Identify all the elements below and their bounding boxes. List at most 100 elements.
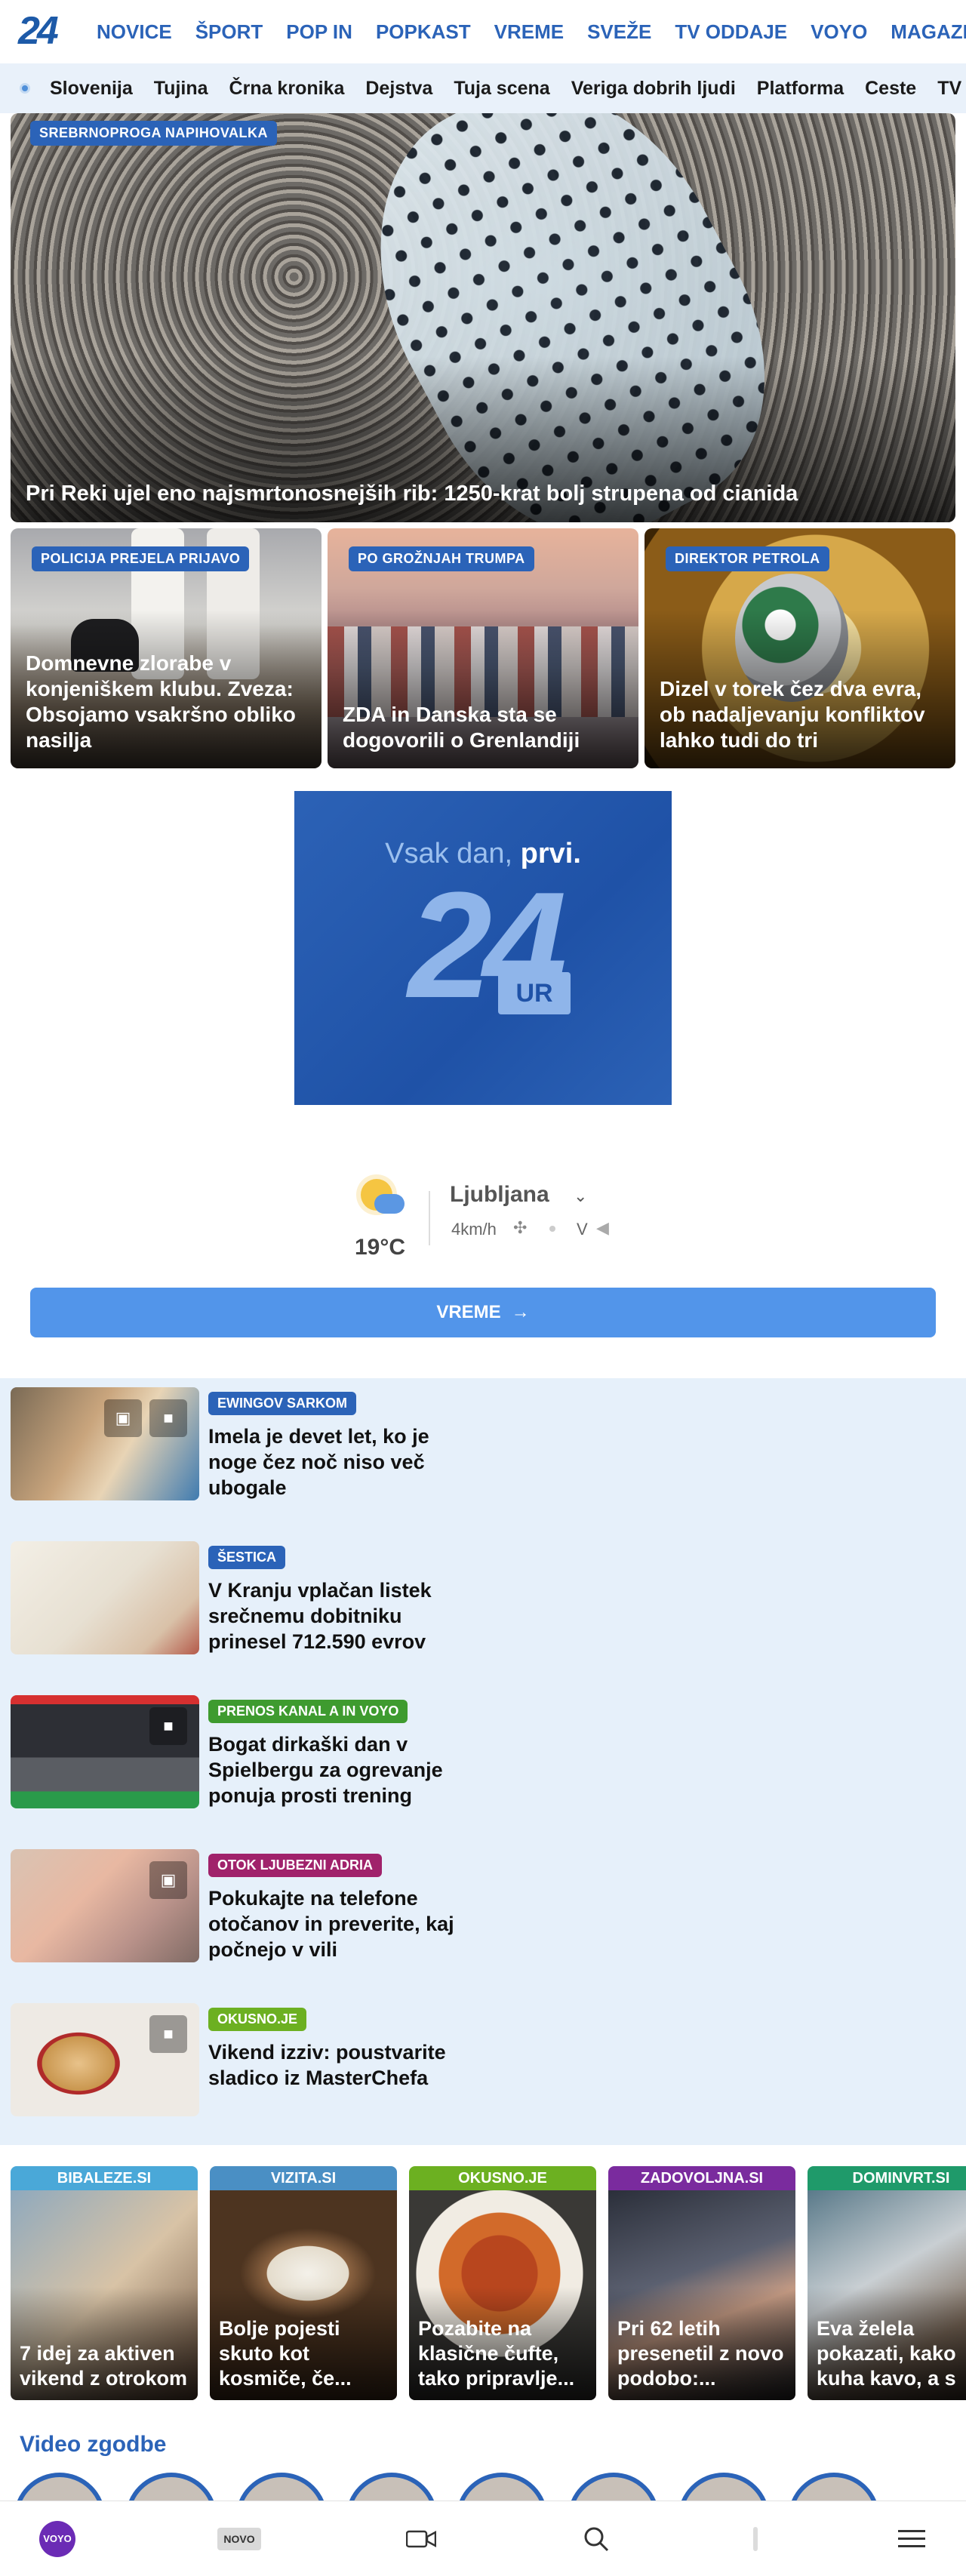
weather-widget: 19°C Ljubljana ⌄ 4km/h ✣ V ◀ VREME → — [0, 1132, 966, 1359]
nav-item-sport[interactable]: ŠPORT — [195, 20, 263, 44]
nav-item-sveze[interactable]: SVEŽE — [587, 20, 651, 44]
card-badge: DIREKTOR PETROLA — [666, 546, 829, 571]
list-title: Pokukajte na telefone otočanov in prever… — [208, 1887, 454, 1961]
ad-suffix: UR — [498, 972, 571, 1014]
thumbnail: ■ — [11, 2003, 199, 2116]
subnav-item-veriga-dobrih-ljudi[interactable]: Veriga dobrih ljudi — [571, 78, 736, 100]
card-title: ZDA in Danska sta se dogovorili o Grenla… — [343, 703, 580, 752]
partner-source: VIZITA.SI — [210, 2166, 397, 2190]
card-title: Dizel v torek čez dva evra, ob nadaljeva… — [660, 677, 925, 752]
subnav-item-ceste[interactable]: Ceste — [865, 78, 916, 100]
card-title: Domnevne zlorabe v konjeniškem klubu. Zv… — [26, 651, 296, 752]
partner-title: Pri 62 letih presenetil z novo podobo:..… — [617, 2317, 784, 2390]
partner-carousel: BIBALEZE.SI 7 idej za aktiven vikend z o… — [0, 2166, 966, 2400]
wind-direction: V — [577, 1220, 588, 1239]
weather-button[interactable]: VREME → — [30, 1288, 936, 1337]
hero-article[interactable]: SREBRNOPROGA NAPIHOVALKA Pri Reki ujel e… — [11, 113, 955, 522]
gallery-icon: ▣ — [149, 1861, 187, 1899]
list-item[interactable]: ŠESTICA V Kranju vplačan listek srečnemu… — [11, 1541, 916, 1654]
live-dot-icon — [20, 83, 30, 94]
video-camera-icon[interactable] — [405, 2530, 437, 2548]
partner-card[interactable]: ZADOVOLJNA.SI Pri 62 letih presenetil z … — [608, 2166, 795, 2400]
list-item[interactable]: ▣ ■ EWINGOV SARKOM Imela je devet let, k… — [11, 1387, 916, 1500]
nav-item-popkast[interactable]: POPKAST — [376, 20, 471, 44]
partner-card[interactable]: BIBALEZE.SI 7 idej za aktiven vikend z o… — [11, 2166, 198, 2400]
partner-source: BIBALEZE.SI — [11, 2166, 198, 2190]
list-item[interactable]: ▣ OTOK LJUBEZNI ADRIA Pokukajte na telef… — [11, 1849, 916, 1962]
divider-icon — [753, 2527, 758, 2551]
list-badge: EWINGOV SARKOM — [208, 1392, 357, 1415]
partner-card[interactable]: DOMINVRT.SI Eva želela pokazati, kako ku… — [808, 2166, 966, 2400]
nav-item-voyo[interactable]: VOYO — [811, 20, 867, 44]
nav-item-novice[interactable]: NOVICE — [97, 20, 172, 44]
partner-source: DOMINVRT.SI — [808, 2166, 966, 2190]
partner-title: Eva želela pokazati, kako kuha kavo, a s — [817, 2317, 956, 2390]
nav-item-pop-in[interactable]: POP IN — [286, 20, 352, 44]
list-title: V Kranju vplačan listek srečnemu dobitni… — [208, 1579, 432, 1653]
list-badge: OKUSNO.JE — [208, 2008, 307, 2031]
feature-card-3[interactable]: DIREKTOR PETROLA Dizel v torek čez dva e… — [645, 528, 955, 768]
logo-text: 24 — [18, 9, 59, 53]
gallery-icon: ▣ — [104, 1399, 142, 1437]
arrow-right-icon: → — [511, 1302, 530, 1322]
subnav-item-dejstva[interactable]: Dejstva — [365, 78, 432, 100]
hero-badge: SREBRNOPROGA NAPIHOVALKA — [30, 121, 278, 146]
logo[interactable]: 24 — [18, 9, 69, 53]
subnav-item-crna-kronika[interactable]: Črna kronika — [229, 78, 345, 100]
top-navigation: 24 NOVICE ŠPORT POP IN POPKAST VREME SVE… — [0, 0, 966, 63]
thumbnail: ■ — [11, 1695, 199, 1808]
subnav-item-slovenija[interactable]: Slovenija — [50, 78, 133, 100]
video-icon: ■ — [149, 1399, 187, 1437]
city-selector[interactable]: Ljubljana — [450, 1182, 549, 1208]
card-badge: PO GROŽNJAH TRUMPA — [349, 546, 534, 571]
cloud-icon — [374, 1194, 405, 1214]
voyo-icon[interactable]: VOYO — [39, 2521, 75, 2557]
partner-title: 7 idej za aktiven vikend z otrokom — [20, 2342, 188, 2390]
video-icon: ■ — [149, 2015, 187, 2053]
ad-number: 24 — [408, 861, 567, 1029]
menu-icon[interactable] — [898, 2528, 925, 2550]
partner-source: OKUSNO.JE — [409, 2166, 596, 2190]
main-menu: NOVICE ŠPORT POP IN POPKAST VREME SVEŽE … — [97, 0, 966, 63]
wind-speed: 4km/h — [451, 1220, 497, 1239]
subnav-item-tv-spored[interactable]: TV spor — [937, 78, 966, 100]
partner-title: Pozabite na klasične čufte, tako priprav… — [418, 2317, 575, 2390]
temperature: 19°C — [355, 1235, 406, 1260]
subnav-item-tuja-scena[interactable]: Tuja scena — [454, 78, 549, 100]
list-title: Imela je devet let, ko je noge čez noč n… — [208, 1425, 429, 1499]
list-item[interactable]: ■ OKUSNO.JE Vikend izziv: poustvarite sl… — [11, 2003, 916, 2116]
chevron-down-icon[interactable]: ⌄ — [574, 1186, 587, 1206]
weather-button-label: VREME — [436, 1302, 501, 1322]
search-icon[interactable] — [583, 2525, 610, 2553]
nav-item-tv-oddaje[interactable]: TV ODDAJE — [675, 20, 787, 44]
feature-card-2[interactable]: PO GROŽNJAH TRUMPA ZDA in Danska sta se … — [328, 528, 638, 768]
feature-card-1[interactable]: POLICIJA PREJELA PRIJAVO Domnevne zlorab… — [11, 528, 321, 768]
subnav-item-platforma[interactable]: Platforma — [757, 78, 844, 100]
partner-title: Bolje pojesti skuto kot kosmiče, če... — [219, 2317, 352, 2390]
nav-item-magazin[interactable]: MAGAZIN — [891, 20, 966, 44]
fan-icon: ✣ — [513, 1218, 528, 1237]
list-item[interactable]: ■ PRENOS KANAL A IN VOYO Bogat dirkaški … — [11, 1695, 916, 1808]
list-badge: ŠESTICA — [208, 1546, 286, 1569]
card-badge: POLICIJA PREJELA PRIJAVO — [32, 546, 250, 571]
novo-icon[interactable]: NOVO — [217, 2528, 261, 2550]
thumbnail: ▣ ■ — [11, 1387, 199, 1500]
subnav-item-tujina[interactable]: Tujina — [154, 78, 208, 100]
arrow-icon: ◀ — [596, 1218, 609, 1237]
video-icon: ■ — [149, 1707, 187, 1745]
list-title: Bogat dirkaški dan v Spielbergu za ogrev… — [208, 1733, 443, 1807]
video-stories-title: Video zgodbe — [20, 2432, 167, 2457]
nav-item-vreme[interactable]: VREME — [494, 20, 564, 44]
ad-banner[interactable]: Vsak dan, prvi. 24 UR — [294, 791, 672, 1105]
bottom-bar: VOYO NOVO — [0, 2501, 966, 2576]
sub-navigation: Slovenija Tujina Črna kronika Dejstva Tu… — [0, 63, 966, 113]
partner-card[interactable]: VIZITA.SI Bolje pojesti skuto kot kosmič… — [210, 2166, 397, 2400]
article-list: ▣ ■ EWINGOV SARKOM Imela je devet let, k… — [0, 1378, 966, 2145]
partner-source: ZADOVOLJNA.SI — [608, 2166, 795, 2190]
list-title: Vikend izziv: poustvarite sladico iz Mas… — [208, 2041, 446, 2089]
thumbnail: ▣ — [11, 1849, 199, 1962]
thumbnail — [11, 1541, 199, 1654]
list-badge: OTOK LJUBEZNI ADRIA — [208, 1854, 383, 1877]
partner-card[interactable]: OKUSNO.JE Pozabite na klasične čufte, ta… — [409, 2166, 596, 2400]
hero-title: Pri Reki ujel eno najsmrtonosnejših rib:… — [26, 482, 798, 506]
